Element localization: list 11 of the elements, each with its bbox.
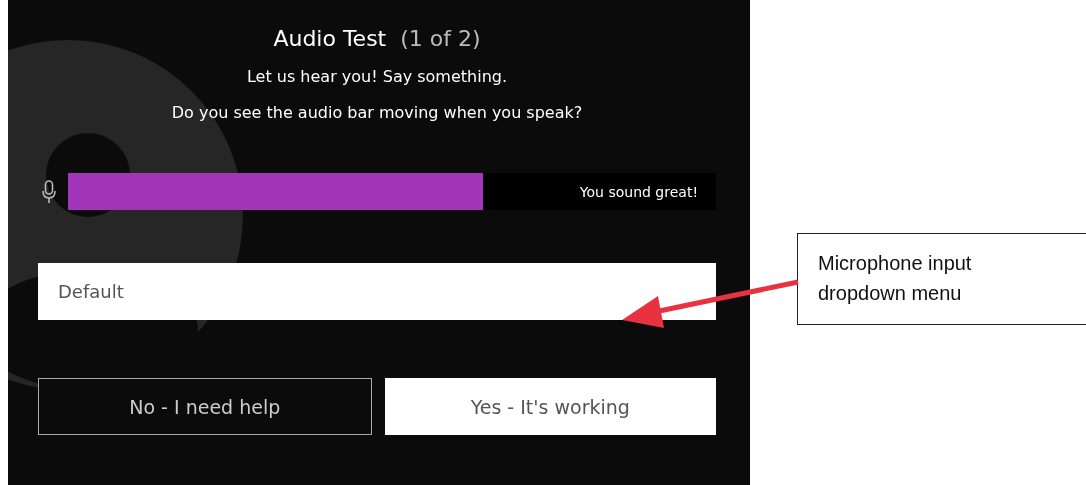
callout-text: Microphone input bbox=[818, 251, 973, 276]
dialog-button[interactable]: No - I need help bbox=[38, 378, 372, 435]
prompt-text: Do you see the audio bar moving when you speak? bbox=[170, 103, 584, 123]
meter-status: You sound great! bbox=[579, 183, 699, 200]
dialog-title: Audio Test bbox=[273, 26, 387, 51]
prompt-text: Let us hear you! Say something. bbox=[245, 67, 509, 87]
dialog-button[interactable]: Yes - It's working bbox=[384, 378, 716, 435]
callout-text: dropdown menu bbox=[818, 281, 963, 306]
microphone-dropdown[interactable]: Default bbox=[38, 263, 716, 320]
microphone-icon bbox=[42, 179, 56, 204]
step-counter: (1 of 2) bbox=[400, 26, 481, 51]
